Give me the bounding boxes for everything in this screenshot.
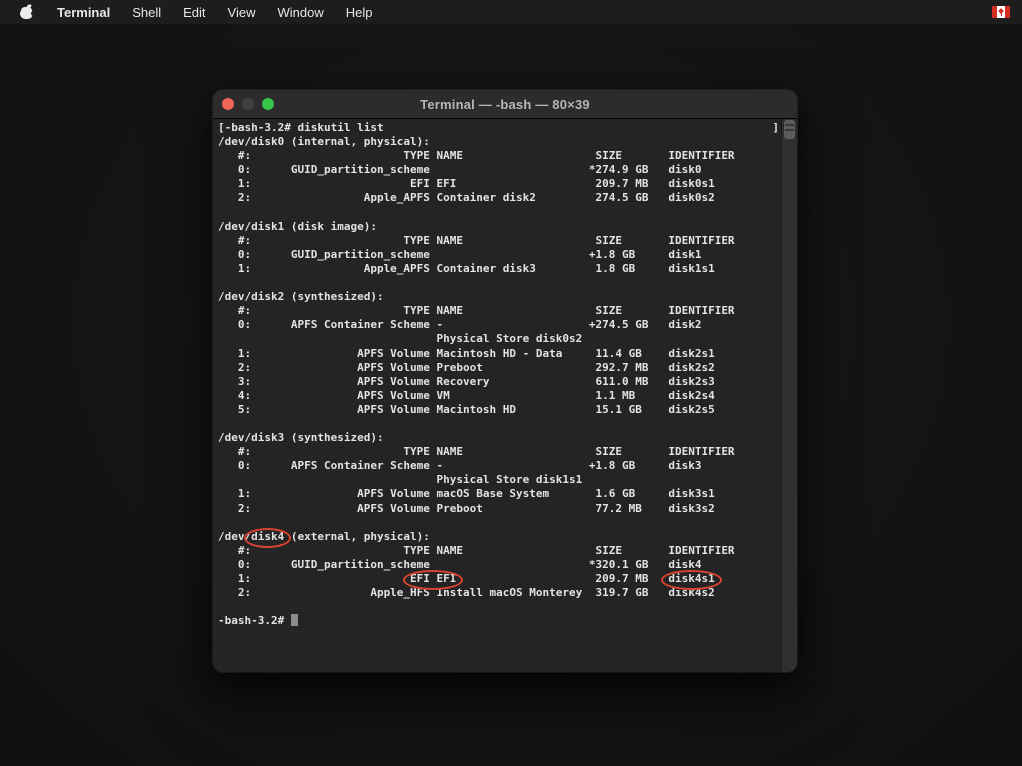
menu-bar: Terminal Shell Edit View Window Help xyxy=(0,0,1022,24)
terminal-line: Physical Store disk0s2 xyxy=(218,332,781,346)
window-title: Terminal — -bash — 80×39 xyxy=(213,97,797,112)
terminal-line: 2: APFS Volume Preboot 77.2 MB disk3s2 xyxy=(218,502,781,516)
terminal-line: 2: APFS Volume Preboot 292.7 MB disk2s2 xyxy=(218,361,781,375)
menu-item-edit[interactable]: Edit xyxy=(183,5,205,20)
window-titlebar[interactable]: Terminal — -bash — 80×39 xyxy=(213,90,797,119)
terminal-line: 3: APFS Volume Recovery 611.0 MB disk2s3 xyxy=(218,375,781,389)
zoom-button[interactable] xyxy=(262,98,274,110)
terminal-cursor xyxy=(291,614,298,626)
terminal-line: 0: GUID_partition_scheme *320.1 GB disk4 xyxy=(218,558,781,572)
terminal-line: /dev/disk2 (synthesized): xyxy=(218,290,781,304)
traffic-lights xyxy=(222,98,282,110)
terminal-text: [-bash-3.2# diskutil list/dev/disk0 (int… xyxy=(218,121,781,628)
terminal-line: Physical Store disk1s1 xyxy=(218,473,781,487)
terminal-line: /dev/disk3 (synthesized): xyxy=(218,431,781,445)
close-button[interactable] xyxy=(222,98,234,110)
desktop: Terminal Shell Edit View Window Help Termina… xyxy=(0,0,1022,766)
menu-item-help[interactable]: Help xyxy=(346,5,373,20)
terminal-line xyxy=(218,516,781,530)
apple-logo-part xyxy=(31,11,36,16)
terminal-line xyxy=(218,600,781,614)
terminal-window: Terminal — -bash — 80×39 [-bash-3.2# dis… xyxy=(213,90,797,672)
terminal-line: 4: APFS Volume VM 1.1 MB disk2s4 xyxy=(218,389,781,403)
menu-item-shell[interactable]: Shell xyxy=(132,5,161,20)
maple-leaf-icon xyxy=(1001,13,1002,16)
scrollbar[interactable] xyxy=(781,119,797,672)
terminal-line xyxy=(218,417,781,431)
terminal-line: #: TYPE NAME SIZE IDENTIFIER xyxy=(218,234,781,248)
terminal-line: 0: GUID_partition_scheme +1.8 GB disk1 xyxy=(218,248,781,262)
terminal-line: /dev/disk4 (external, physical): xyxy=(218,530,781,544)
minimize-button[interactable] xyxy=(242,98,254,110)
apple-logo-icon[interactable] xyxy=(20,5,34,20)
terminal-line: #: TYPE NAME SIZE IDENTIFIER xyxy=(218,149,781,163)
menu-item-terminal[interactable]: Terminal xyxy=(57,5,110,20)
terminal-line xyxy=(218,206,781,220)
terminal-line: 2: Apple_HFS Install macOS Monterey 319.… xyxy=(218,586,781,600)
terminal-line: 1: EFI EFI 209.7 MB disk0s1 xyxy=(218,177,781,191)
terminal-line: 0: APFS Container Scheme - +1.8 GB disk3 xyxy=(218,459,781,473)
terminal-line: /dev/disk0 (internal, physical): xyxy=(218,135,781,149)
menu-item-window[interactable]: Window xyxy=(278,5,324,20)
terminal-line: 1: APFS Volume macOS Base System 1.6 GB … xyxy=(218,487,781,501)
terminal-line: [-bash-3.2# diskutil list xyxy=(218,121,781,135)
terminal-line: #: TYPE NAME SIZE IDENTIFIER xyxy=(218,544,781,558)
terminal-mark-right: ] xyxy=(772,121,779,135)
input-source-flag-icon[interactable] xyxy=(992,6,1010,18)
terminal-line: 0: GUID_partition_scheme *274.9 GB disk0 xyxy=(218,163,781,177)
terminal-line: #: TYPE NAME SIZE IDENTIFIER xyxy=(218,445,781,459)
terminal-line: #: TYPE NAME SIZE IDENTIFIER xyxy=(218,304,781,318)
terminal-line: 5: APFS Volume Macintosh HD 15.1 GB disk… xyxy=(218,403,781,417)
terminal-line: 0: APFS Container Scheme - +274.5 GB dis… xyxy=(218,318,781,332)
scrollbar-thumb[interactable] xyxy=(784,120,795,139)
terminal-line: -bash-3.2# xyxy=(218,614,781,628)
terminal-line: 1: EFI EFI 209.7 MB disk4s1 xyxy=(218,572,781,586)
terminal-line xyxy=(218,276,781,290)
terminal-content[interactable]: [-bash-3.2# diskutil list/dev/disk0 (int… xyxy=(213,119,797,672)
flag-part xyxy=(1005,6,1010,18)
terminal-line: /dev/disk1 (disk image): xyxy=(218,220,781,234)
terminal-line: 2: Apple_APFS Container disk2 274.5 GB d… xyxy=(218,191,781,205)
terminal-line: 1: APFS Volume Macintosh HD - Data 11.4 … xyxy=(218,347,781,361)
flag-part xyxy=(992,6,997,18)
menu-items: Shell Edit View Window Help xyxy=(110,5,372,20)
menu-item-view[interactable]: View xyxy=(228,5,256,20)
terminal-line: 1: Apple_APFS Container disk3 1.8 GB dis… xyxy=(218,262,781,276)
